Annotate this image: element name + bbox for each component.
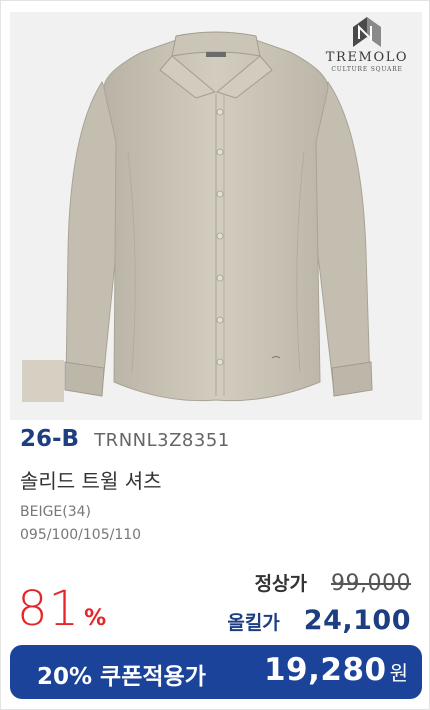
product-code-row: 26-B TRNNL3Z8351 — [20, 426, 230, 452]
discount-rate: 81% — [17, 581, 106, 637]
coupon-price: 19,280 원 — [264, 652, 408, 688]
sale-price: 24,100 — [303, 605, 411, 636]
brand-logo: TREMOLO CULTURE SQUARE — [319, 17, 415, 73]
product-name[interactable]: 솔리드 트윌 셔츠 — [20, 465, 162, 494]
size-list: 095/100/105/110 — [20, 527, 142, 543]
logo-mark-icon — [353, 17, 381, 47]
discount-number: 81 — [17, 581, 81, 637]
brand-name: TREMOLO — [325, 50, 409, 65]
brand-tagline: CULTURE SQUARE — [331, 66, 403, 73]
regular-price: 99,000 — [331, 571, 411, 596]
coupon-price-bar[interactable]: 20% 쿠폰적용가 19,280 원 — [10, 645, 422, 699]
regular-price-label: 정상가 — [254, 573, 308, 595]
coupon-price-value: 19,280 — [263, 652, 387, 688]
style-code: TRNNL3Z8351 — [94, 430, 230, 451]
product-card[interactable]: TREMOLO CULTURE SQUARE 26-B TRNNL3Z8351 … — [0, 0, 430, 710]
regular-price-row: 정상가 99,000 — [255, 569, 411, 596]
discount-percent-sign: % — [84, 606, 107, 631]
color-name: BEIGE(34) — [20, 504, 92, 520]
sale-price-row: 올킬가 24,100 — [227, 605, 411, 636]
coupon-price-unit: 원 — [389, 661, 408, 685]
color-code: 26-B — [20, 426, 80, 452]
coupon-label: 20% 쿠폰적용가 — [37, 664, 206, 690]
shirt-illustration — [64, 31, 373, 402]
product-image[interactable] — [10, 12, 422, 420]
color-swatch[interactable] — [22, 360, 64, 402]
sale-price-label: 올킬가 — [227, 612, 280, 634]
